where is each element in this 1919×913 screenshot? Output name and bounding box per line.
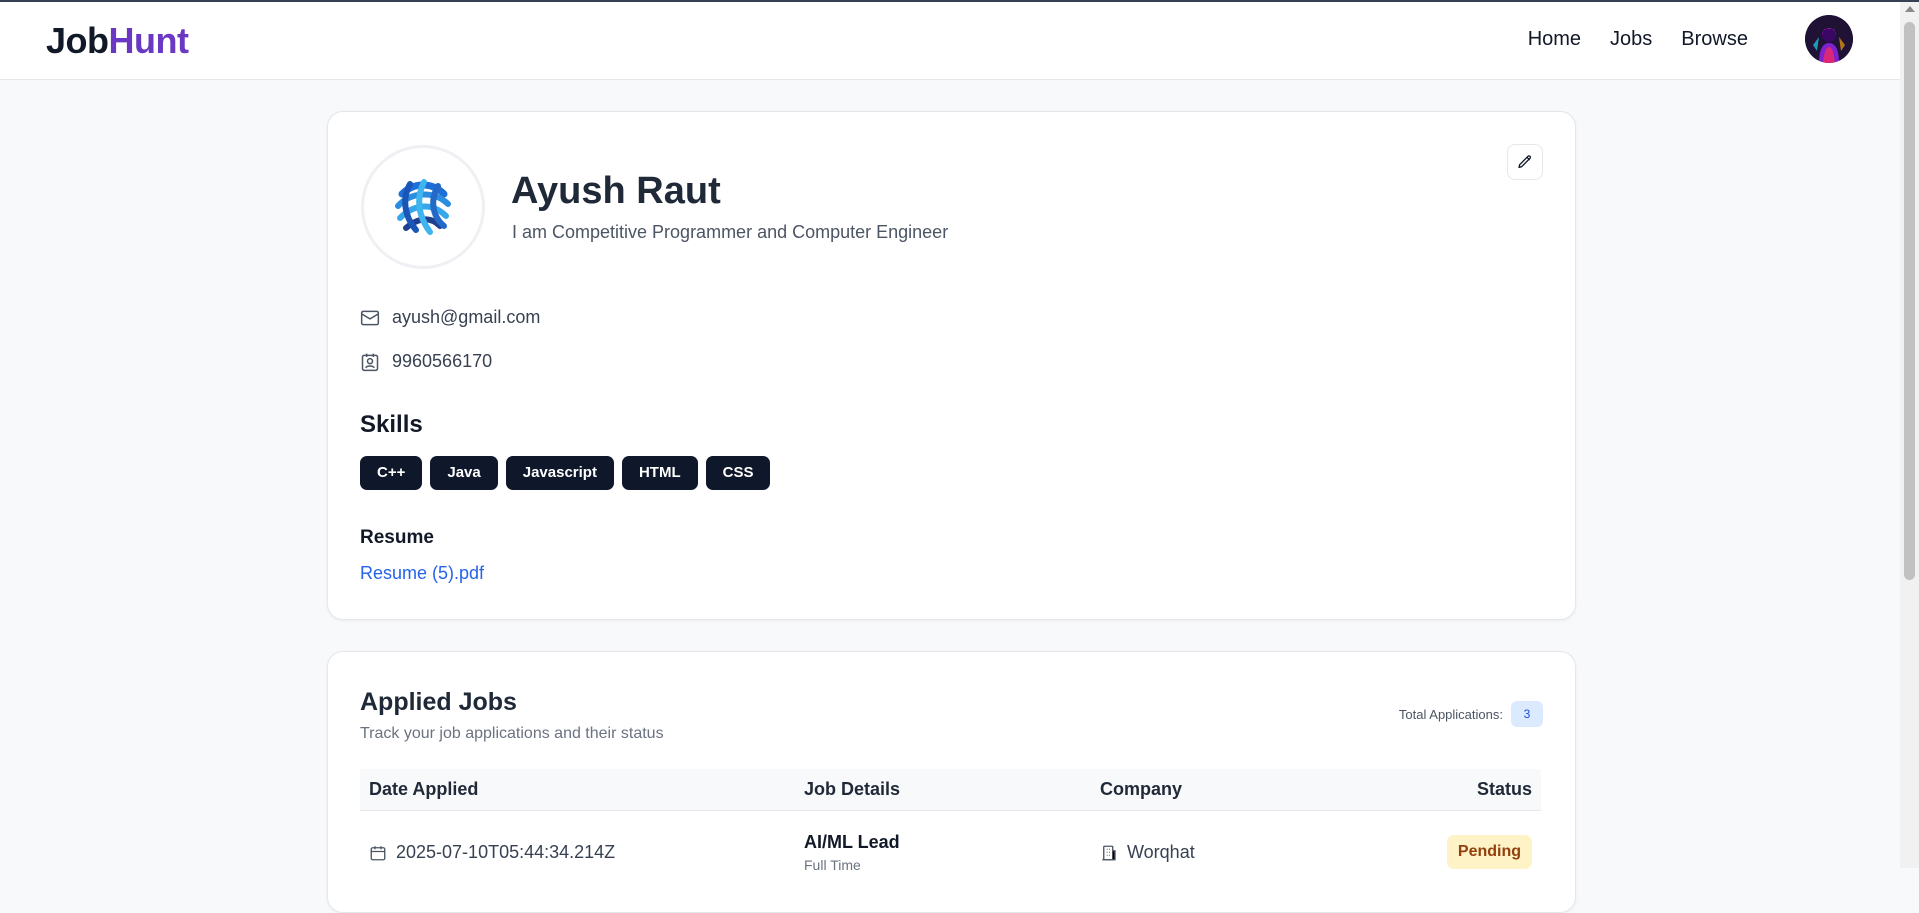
job-type: Full Time — [804, 857, 861, 873]
table-header: Date Applied Job Details Company Status — [360, 769, 1541, 811]
nav-links: Home Jobs Browse — [1528, 28, 1748, 51]
contact-email: ayush@gmail.com — [360, 307, 540, 328]
pencil-icon — [1518, 155, 1532, 168]
contact-phone: 9960566170 — [360, 351, 492, 372]
column-header-job[interactable]: Job Details — [804, 779, 900, 800]
applied-jobs-card: Applied Jobs Track your job applications… — [327, 651, 1576, 913]
building-icon — [1102, 845, 1116, 860]
skill-badge: Java — [430, 456, 498, 490]
company-name: Worqhat — [1127, 842, 1195, 862]
applied-jobs-subtitle: Track your job applications and their st… — [360, 725, 664, 742]
logo-text-job: Job — [46, 20, 109, 61]
column-header-date[interactable]: Date Applied — [369, 779, 478, 800]
calendar-icon — [370, 845, 386, 860]
phone-text: 9960566170 — [392, 351, 493, 371]
nav-browse[interactable]: Browse — [1681, 28, 1748, 51]
resume-label: Resume — [360, 527, 434, 548]
job-title: AI/ML Lead — [804, 832, 900, 852]
profile-card: Ayush Raut I am Competitive Programmer a… — [327, 111, 1576, 620]
resume-link[interactable]: Resume (5).pdf — [360, 563, 484, 584]
scroll-up-arrow-icon[interactable] — [1905, 6, 1915, 12]
skill-badge: C++ — [360, 456, 423, 490]
skill-badge: CSS — [705, 456, 771, 490]
profile-bio: I am Competitive Programmer and Computer… — [512, 222, 949, 242]
total-applications: Total Applications: 3 — [1399, 701, 1543, 727]
date-applied-text: 2025-07-10T05:44:34.214Z — [396, 842, 616, 862]
column-header-status[interactable]: Status — [1477, 779, 1532, 800]
company-logo-icon — [395, 179, 451, 235]
app-logo[interactable]: JobHunt — [46, 20, 189, 62]
user-avatar[interactable] — [1805, 15, 1853, 63]
nav-home[interactable]: Home — [1528, 28, 1581, 51]
company-cell: Worqhat — [1100, 842, 1195, 863]
applied-jobs-title: Applied Jobs — [360, 688, 517, 716]
skills-title: Skills — [360, 411, 423, 438]
skill-badge: HTML — [621, 456, 698, 490]
page-scrollbar[interactable] — [1900, 2, 1919, 868]
status-badge: Pending — [1446, 835, 1532, 869]
edit-profile-button[interactable] — [1507, 144, 1543, 180]
avatar-image-icon — [1805, 15, 1853, 63]
column-header-company[interactable]: Company — [1100, 779, 1182, 800]
skill-badge: Javascript — [505, 456, 614, 490]
skills-list: C++ Java Javascript HTML CSS — [360, 456, 771, 490]
nav-jobs[interactable]: Jobs — [1610, 28, 1652, 51]
logo-text-hunt: Hunt — [108, 20, 189, 61]
contact-card-icon — [361, 353, 379, 371]
scrollbar-thumb[interactable] — [1904, 22, 1915, 580]
mail-icon — [360, 310, 380, 325]
profile-name: Ayush Raut — [511, 170, 721, 212]
total-applications-count: 3 — [1511, 701, 1543, 727]
table-row[interactable]: 2025-07-10T05:44:34.214Z AI/ML Lead Full… — [360, 812, 1541, 912]
date-cell: 2025-07-10T05:44:34.214Z — [369, 842, 615, 863]
navbar: JobHunt Home Jobs Browse — [0, 2, 1900, 80]
total-applications-label: Total Applications: — [1398, 706, 1503, 722]
profile-logo — [361, 145, 485, 269]
email-text: ayush@gmail.com — [392, 307, 541, 327]
